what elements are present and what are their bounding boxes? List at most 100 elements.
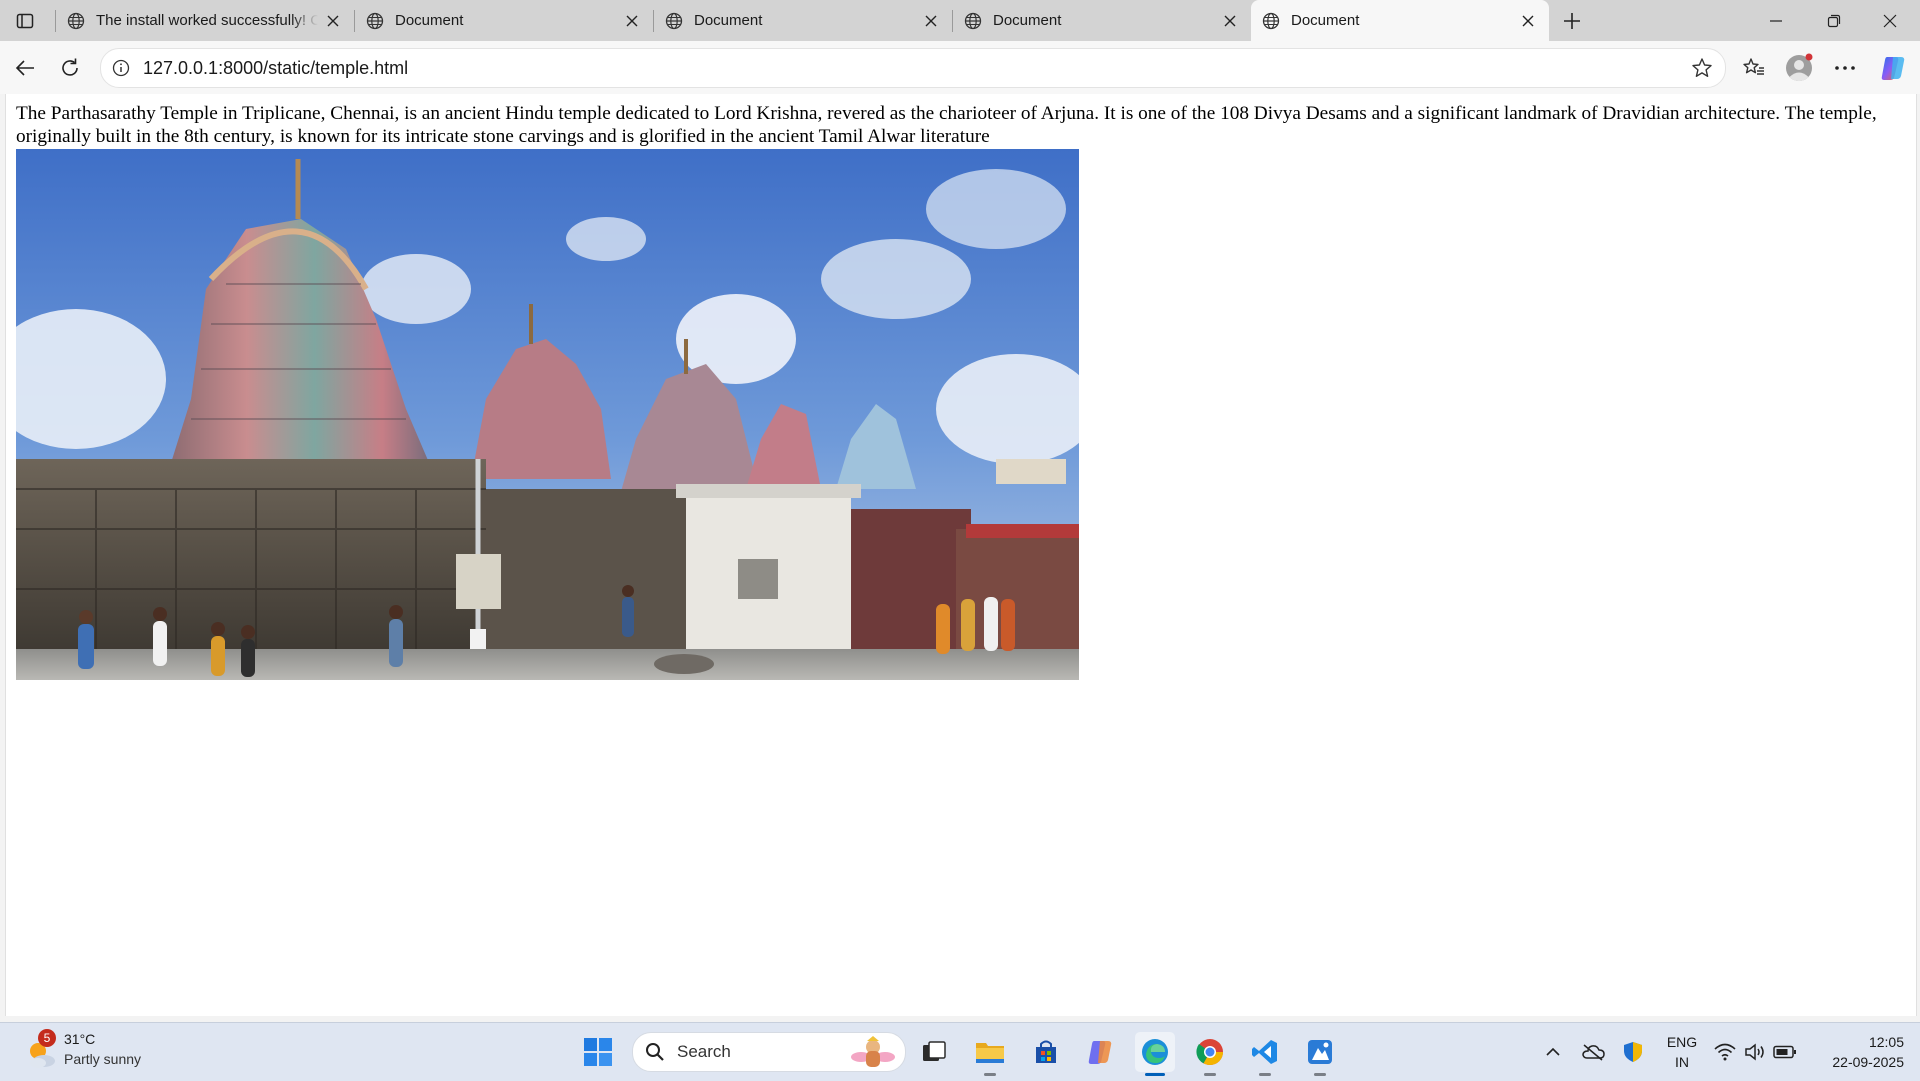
weather-condition: Partly sunny [64,1051,142,1067]
speaker-icon [1745,1043,1764,1061]
tab-separator [653,10,654,32]
refresh-button[interactable] [53,51,87,85]
close-window-button[interactable] [1862,0,1918,41]
language-line2: IN [1675,1054,1689,1070]
page-content: The Parthasarathy Temple in Triplicane, … [5,94,1917,1016]
tab-title: The install worked successfully! Congrat… [96,12,318,29]
profile-button[interactable] [1782,51,1816,85]
temple-photo [16,149,1079,680]
tab-separator [952,10,953,32]
task-view-button[interactable] [914,1032,954,1072]
globe-icon [66,11,86,31]
close-icon[interactable] [324,12,342,30]
running-indicator [1259,1073,1271,1076]
url-text[interactable]: 127.0.0.1:8000/static/temple.html [143,58,408,79]
shield-icon [1624,1042,1642,1062]
globe-icon [664,11,684,31]
clock-time: 12:05 [1868,1034,1904,1050]
info-icon[interactable] [111,58,131,78]
wifi-tray[interactable] [1712,1039,1738,1065]
restore-button[interactable] [1806,0,1862,41]
tab-title: Document [993,12,1062,29]
chevron-up-icon [1546,1047,1560,1056]
vscode-icon [1252,1040,1277,1064]
onedrive-tray[interactable] [1580,1039,1606,1065]
volume-tray[interactable] [1742,1039,1768,1065]
tab-document-3[interactable]: Document [952,0,1251,41]
browser-toolbar: 127.0.0.1:8000/static/temple.html [0,41,1920,94]
weather-widget[interactable]: 5 31°C Partly sunny [24,1029,184,1075]
running-indicator [1204,1073,1216,1076]
favorites-icon [1743,58,1764,75]
back-button[interactable] [8,51,42,85]
windows-icon [584,1038,612,1066]
app-taskbar-button[interactable] [1300,1032,1340,1076]
close-icon[interactable] [1221,12,1239,30]
copilot-taskbar-button[interactable] [1080,1032,1120,1072]
active-indicator [1145,1073,1165,1076]
edge-taskbar-button[interactable] [1135,1032,1175,1076]
close-icon [1883,14,1897,27]
store-button[interactable] [1026,1032,1066,1072]
security-tray[interactable] [1620,1039,1646,1065]
chrome-icon [1196,1039,1224,1066]
close-icon[interactable] [922,12,940,30]
restore-icon [1827,14,1841,27]
vscode-taskbar-button[interactable] [1245,1032,1285,1076]
start-button[interactable] [578,1032,618,1072]
tab-actions-button[interactable] [10,7,40,35]
globe-icon [365,11,385,31]
folder-icon [976,1043,1004,1063]
plus-icon [1564,13,1580,29]
tab-title: Document [1291,12,1360,29]
weather-temp: 31°C [64,1031,96,1047]
globe-icon [1261,11,1281,31]
tab-document-2[interactable]: Document [653,0,952,41]
favorites-button[interactable] [1737,51,1771,85]
minimize-icon [1770,19,1782,22]
file-explorer-button[interactable] [970,1032,1010,1076]
edge-icon [1142,1039,1168,1065]
language-indicator[interactable]: ENG IN [1664,1032,1700,1072]
close-icon[interactable] [1519,12,1537,30]
search-label: Search [677,1042,731,1061]
tab-install-worked[interactable]: The install worked successfully! Congrat… [55,0,354,41]
copilot-button[interactable] [1876,51,1910,85]
battery-icon [1773,1045,1796,1059]
system-clock[interactable]: 12:05 22-09-2025 [1808,1032,1904,1072]
app-icon [1308,1040,1332,1064]
temple-description: The Parthasarathy Temple in Triplicane, … [16,103,1877,147]
browser-window: The install worked successfully! Congrat… [0,0,1920,1022]
tab-document-1[interactable]: Document [354,0,653,41]
tab-strip: The install worked successfully! Congrat… [0,0,1920,41]
cloud-offline-icon [1582,1044,1605,1061]
star-icon[interactable] [1691,57,1713,79]
running-indicator [1314,1073,1326,1076]
more-options-button[interactable] [1828,51,1862,85]
search-icon [646,1043,664,1061]
tab-separator [55,10,56,32]
refresh-icon [62,58,78,76]
close-icon[interactable] [623,12,641,30]
new-tab-button[interactable] [1556,7,1588,35]
address-bar[interactable]: 127.0.0.1:8000/static/temple.html [100,48,1726,88]
chrome-taskbar-button[interactable] [1190,1032,1230,1076]
notification-badge: 5 [38,1029,56,1047]
running-indicator [984,1073,996,1076]
avatar [1786,53,1813,82]
minimize-button[interactable] [1748,0,1804,41]
tab-title: Document [694,12,763,29]
tab-separator [354,10,355,32]
show-hidden-icons[interactable] [1540,1039,1566,1065]
taskbar-search[interactable]: Search [632,1032,906,1072]
tab-document-active[interactable]: Document [1251,0,1549,41]
copilot-icon [1881,57,1905,80]
windows-taskbar: 5 31°C Partly sunny Search ENG IN 12:05 … [0,1022,1920,1081]
temple-image [16,149,1079,680]
store-icon [1036,1040,1056,1063]
tab-actions-icon [16,13,34,29]
tab-title: Document [395,12,464,29]
battery-tray[interactable] [1772,1039,1798,1065]
arrow-left-icon [15,60,34,76]
more-icon [1835,66,1855,70]
